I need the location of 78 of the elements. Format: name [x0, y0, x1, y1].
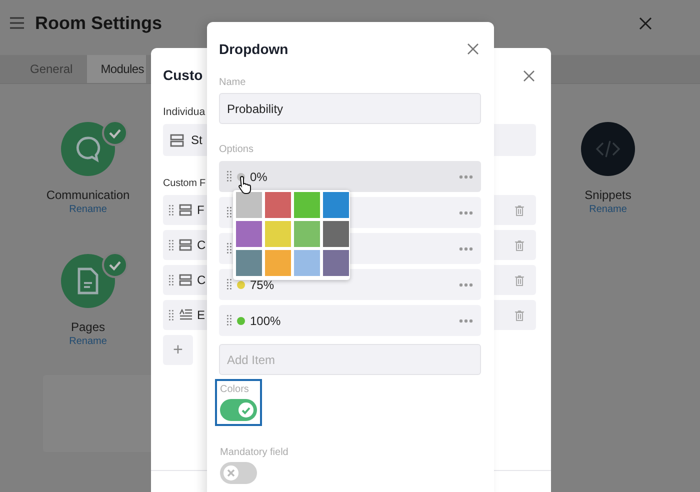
color-swatch[interactable] — [294, 221, 320, 247]
color-dot[interactable] — [237, 280, 245, 288]
module-icon[interactable] — [581, 122, 635, 176]
list-icon — [179, 274, 192, 286]
text-icon — [179, 309, 192, 321]
rename-link[interactable]: Rename — [589, 204, 627, 215]
menu-icon[interactable] — [10, 17, 24, 29]
color-swatch[interactable] — [294, 192, 320, 218]
module-name: Snippets — [584, 188, 632, 202]
trash-icon[interactable] — [515, 240, 524, 250]
more-icon[interactable] — [459, 174, 473, 178]
dialog-title: Custo — [163, 67, 203, 83]
trash-icon[interactable] — [515, 204, 524, 216]
color-swatch[interactable] — [236, 192, 262, 218]
toggle-label: Colors — [220, 384, 249, 395]
module-icon[interactable] — [61, 254, 115, 308]
color-swatch[interactable] — [265, 192, 291, 218]
drag-handle-icon[interactable] — [227, 171, 232, 182]
more-icon[interactable] — [459, 318, 473, 322]
drag-handle-icon[interactable] — [227, 243, 232, 254]
toggle-knob — [238, 402, 254, 418]
field-name: E — [197, 308, 206, 322]
list-icon — [179, 239, 192, 251]
rename-link[interactable]: Rename — [69, 336, 107, 347]
list-icon — [179, 204, 192, 216]
option-row[interactable]: 100% — [219, 305, 481, 336]
color-swatch[interactable] — [265, 221, 291, 247]
toggle-switch[interactable] — [220, 462, 257, 484]
module-name: Communication — [46, 188, 130, 202]
tab[interactable]: General — [16, 55, 87, 83]
name-field[interactable]: Probability — [219, 93, 481, 124]
close-icon[interactable] — [467, 43, 479, 55]
drag-handle-icon[interactable] — [169, 240, 174, 250]
field-name: C — [197, 273, 206, 287]
option-label: 75% — [250, 278, 274, 292]
rename-link[interactable]: Rename — [69, 204, 107, 215]
add-button[interactable]: + — [163, 335, 193, 365]
field-label: Options — [219, 144, 254, 155]
trash-icon[interactable] — [515, 274, 524, 286]
option-label: 0% — [250, 170, 268, 184]
drag-handle-icon[interactable] — [169, 204, 174, 216]
option-label: 100% — [250, 314, 281, 328]
field-name: C — [197, 238, 206, 252]
drag-handle-icon[interactable] — [169, 274, 174, 286]
drag-handle-icon[interactable] — [227, 279, 232, 290]
toggle-switch[interactable] — [220, 399, 257, 421]
more-icon[interactable] — [459, 282, 473, 286]
tab[interactable]: Modules — [86, 55, 146, 83]
field-name: F — [197, 203, 204, 217]
page-title: Room Settings — [35, 12, 162, 34]
color-dot[interactable] — [237, 316, 245, 324]
module-name: Pages — [70, 320, 106, 334]
toggle-label: Mandatory field — [220, 447, 288, 458]
trash-icon[interactable] — [515, 310, 524, 320]
option-row[interactable]: 0% — [219, 161, 481, 192]
drag-handle-icon[interactable] — [227, 207, 232, 218]
drag-handle-icon[interactable] — [227, 315, 232, 326]
field-name: St — [191, 133, 202, 147]
more-icon[interactable] — [459, 246, 473, 250]
dialog-title: Dropdown — [219, 41, 288, 57]
drag-handle-icon[interactable] — [169, 310, 174, 320]
more-icon[interactable] — [459, 210, 473, 214]
color-swatch[interactable] — [294, 250, 320, 276]
color-swatch[interactable] — [323, 250, 349, 276]
close-icon[interactable] — [639, 16, 652, 30]
list-icon — [170, 134, 184, 146]
section-label: Custom F — [163, 178, 206, 189]
section-label: Individua — [163, 106, 206, 118]
field-label: Name — [219, 77, 246, 88]
color-swatch[interactable] — [236, 221, 262, 247]
module-icon[interactable] — [61, 122, 115, 176]
color-swatch[interactable] — [265, 250, 291, 276]
add-item-field[interactable]: Add Item — [219, 344, 481, 375]
color-swatch[interactable] — [236, 250, 262, 276]
toggle-knob — [223, 465, 239, 481]
color-swatch[interactable] — [323, 192, 349, 218]
color-swatch[interactable] — [323, 221, 349, 247]
close-icon[interactable] — [523, 70, 535, 82]
